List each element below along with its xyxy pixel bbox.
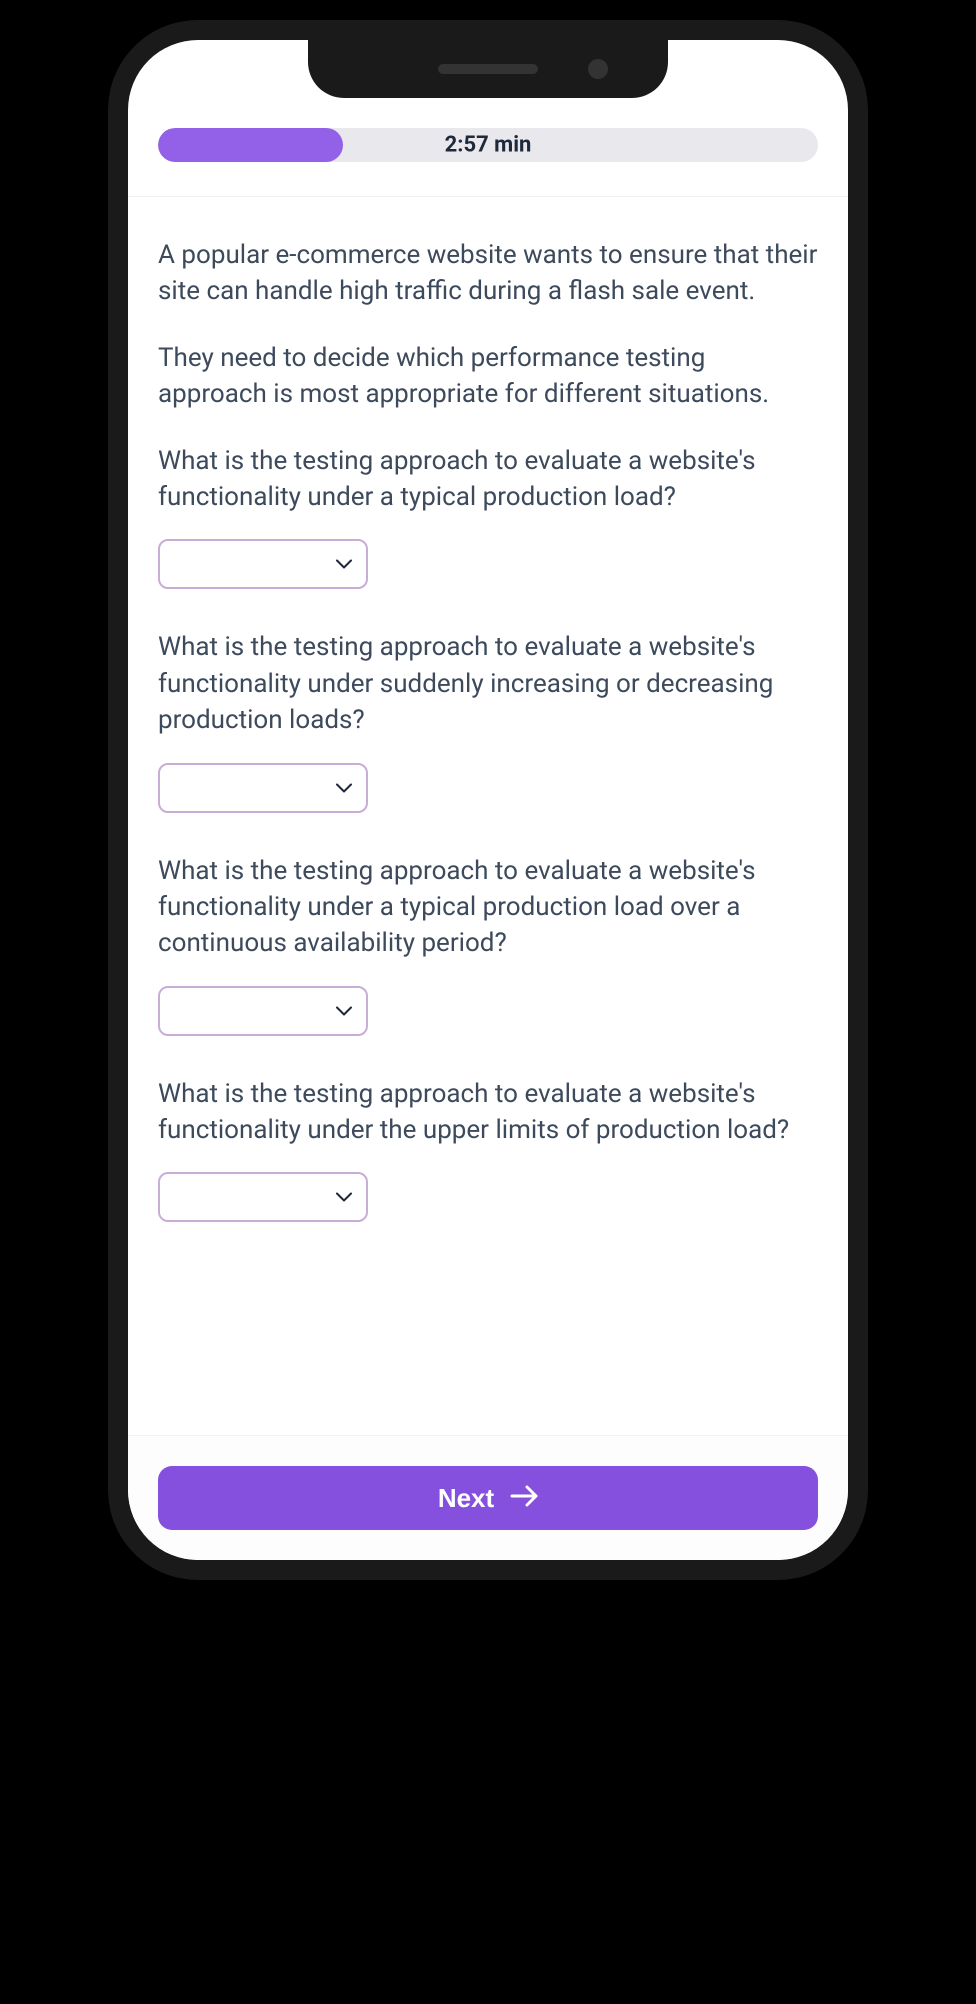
content-area: 2:57 min A popular e-commerce website wa… (128, 40, 848, 1560)
select-wrapper-2 (158, 763, 368, 813)
scenario-paragraph-2: They need to decide which performance te… (158, 340, 818, 413)
next-button-label: Next (438, 1483, 494, 1514)
answer-select-2[interactable] (158, 763, 368, 813)
question-4-text: What is the testing approach to evaluate… (158, 1076, 818, 1149)
select-wrapper-4 (158, 1172, 368, 1222)
phone-notch (308, 40, 668, 98)
progress-bar: 2:57 min (158, 128, 818, 162)
answer-select-3[interactable] (158, 986, 368, 1036)
question-1-text: What is the testing approach to evaluate… (158, 443, 818, 516)
next-button[interactable]: Next (158, 1466, 818, 1530)
speaker-icon (438, 64, 538, 74)
answer-select-4[interactable] (158, 1172, 368, 1222)
question-3-text: What is the testing approach to evaluate… (158, 853, 818, 962)
arrow-right-icon (510, 1483, 538, 1514)
scroll-content[interactable]: A popular e-commerce website wants to en… (128, 197, 848, 1435)
select-wrapper-3 (158, 986, 368, 1036)
footer-section: Next (128, 1435, 848, 1560)
progress-section: 2:57 min (128, 128, 848, 182)
answer-select-1[interactable] (158, 539, 368, 589)
question-2-text: What is the testing approach to evaluate… (158, 629, 818, 738)
progress-fill (158, 128, 343, 162)
timer-text: 2:57 min (445, 133, 532, 158)
phone-frame: 2:57 min A popular e-commerce website wa… (108, 20, 868, 1580)
select-wrapper-1 (158, 539, 368, 589)
phone-screen: 2:57 min A popular e-commerce website wa… (128, 40, 848, 1560)
scenario-paragraph-1: A popular e-commerce website wants to en… (158, 237, 818, 310)
camera-icon (588, 59, 608, 79)
